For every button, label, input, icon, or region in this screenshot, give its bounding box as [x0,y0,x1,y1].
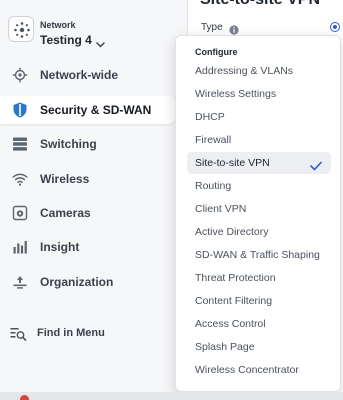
menu-item-label: Threat Protection [195,272,276,284]
menu-item-splash-page[interactable]: Splash Page [187,336,331,358]
menu-item-addressing-vlans[interactable]: Addressing & VLANs [187,60,331,82]
sidebar-item-label: Switching [40,137,97,151]
type-label: Type [201,22,223,33]
sidebar-item-switching[interactable]: Switching [0,130,176,158]
menu-item-dhcp[interactable]: DHCP [187,106,331,128]
switch-icon [12,136,28,152]
chevron-down-icon[interactable] [96,35,105,53]
shield-icon [12,102,28,118]
sidebar-item-label: Wireless [40,172,90,186]
wifi-icon [12,171,28,187]
page-title: Site-to-site VPN [200,0,320,9]
menu-item-label: Client VPN [195,203,247,215]
configure-dropdown-menu: Configure Addressing & VLANs Wireless Se… [175,35,341,392]
sidebar-item-insight[interactable]: Insight [0,233,176,261]
sidebar-item-label: Insight [40,240,80,254]
menu-item-label: Routing [195,180,232,192]
sidebar-item-label: Organization [40,275,114,289]
menu-item-label: Splash Page [195,341,255,353]
taskbar-app-icon[interactable] [20,395,29,400]
find-in-menu-label: Find in Menu [37,327,105,339]
menu-item-label: DHCP [195,111,225,123]
network-wide-icon [12,67,28,83]
type-radio-button[interactable] [330,22,340,32]
dropdown-heading: Configure [195,47,238,57]
network-hub-icon [8,16,34,42]
menu-item-site-to-site-vpn[interactable]: Site-to-site VPN [187,152,331,174]
menu-item-wireless-settings[interactable]: Wireless Settings [187,83,331,105]
menu-item-label: Wireless Settings [195,88,277,100]
menu-item-label: Wireless Concentrator [195,364,299,376]
menu-search-icon [10,326,27,347]
menu-item-label: Active Directory [195,226,269,238]
sidebar-item-wireless[interactable]: Wireless [0,165,176,193]
menu-item-label: Content Filtering [195,295,273,307]
menu-item-wireless-concentrator[interactable]: Wireless Concentrator [187,359,331,381]
find-in-menu-button[interactable]: Find in Menu [0,320,176,348]
bar-chart-icon [12,239,28,255]
sidebar-item-label: Network-wide [40,68,119,82]
sidebar-item-label: Cameras [40,206,91,220]
menu-item-routing[interactable]: Routing [187,175,331,197]
sidebar-item-cameras[interactable]: Cameras [0,199,176,227]
sidebar-item-organization[interactable]: Organization [0,268,176,296]
menu-item-content-filtering[interactable]: Content Filtering [187,290,331,312]
menu-item-label: SD-WAN & Traffic Shaping [195,249,320,261]
sidebar-item-label: Security & SD-WAN [40,103,152,117]
menu-item-label: Site-to-site VPN [195,157,270,169]
network-label: Network [40,20,76,30]
bottom-taskbar-strip [0,392,343,400]
network-name[interactable]: Testing 4 [40,33,92,47]
organization-icon [12,274,28,290]
menu-item-label: Firewall [195,134,232,146]
menu-item-label: Access Control [195,318,266,330]
menu-item-access-control[interactable]: Access Control [187,313,331,335]
checkmark-icon [310,158,322,176]
sidebar-item-network-wide[interactable]: Network-wide [0,61,176,89]
menu-item-label: Addressing & VLANs [195,65,294,77]
menu-item-firewall[interactable]: Firewall [187,129,331,151]
menu-item-sd-wan-traffic-shaping[interactable]: SD-WAN & Traffic Shaping [187,244,331,266]
menu-item-client-vpn[interactable]: Client VPN [187,198,331,220]
camera-icon [12,205,28,221]
sidebar-item-security[interactable]: Security & SD-WAN [0,96,176,124]
menu-item-threat-protection[interactable]: Threat Protection [187,267,331,289]
menu-item-active-directory[interactable]: Active Directory [187,221,331,243]
network-selector[interactable]: Network Testing 4 [8,14,180,54]
type-row: Type [201,21,343,35]
sidebar: Network Testing 4 Network-wide Security … [0,0,188,400]
